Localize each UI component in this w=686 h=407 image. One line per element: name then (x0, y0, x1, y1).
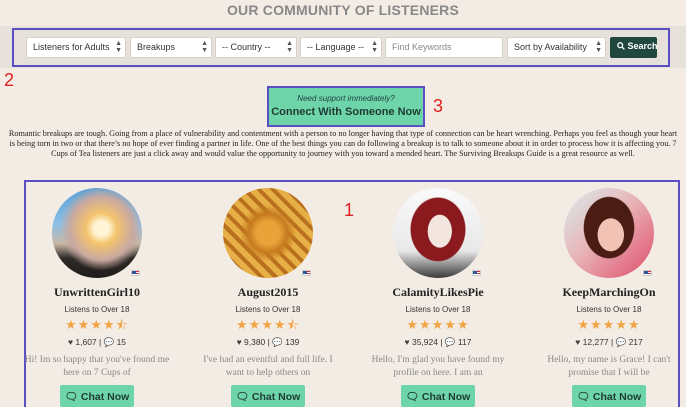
rating-stars: ★★★★⯪ (65, 317, 129, 332)
listener-name[interactable]: August2015 (188, 285, 348, 300)
chat-bubble-icon: 💬 (103, 337, 115, 347)
hearts-count: 9,380 (244, 337, 266, 347)
listener-age-group: Listens to Over 18 (235, 305, 301, 314)
sort-select[interactable]: Sort by Availability ▲ ▼ (507, 37, 606, 58)
listener-bio: Hi! Im so happy that you've found me her… (24, 355, 170, 378)
listener-bio: I've had an eventful and full life. I wa… (203, 355, 333, 378)
select-arrows-icon: ▲ ▼ (286, 40, 293, 54)
listener-stats: ♥ 12,277 | 💬 217 (575, 337, 643, 347)
chat-bubble-icon: 💬 (272, 337, 283, 347)
chat-now-button[interactable]: 🗨 Chat Now (60, 385, 134, 407)
us-flag-icon (302, 270, 311, 276)
us-flag-icon (472, 270, 481, 276)
search-button[interactable]: Search (610, 37, 658, 58)
avatar[interactable] (52, 188, 142, 278)
listener-bio: Hello, I'm glad you have found my profil… (371, 355, 505, 378)
connect-now-label: Connect With Someone Now (271, 106, 421, 118)
audience-select-value: Listeners for Adults (33, 42, 110, 52)
chat-now-button[interactable]: 🗨 Chat Now (231, 385, 305, 407)
chat-icon: 🗨 (576, 391, 590, 403)
rating-stars: ★★★★⯪ (236, 317, 300, 332)
search-button-label: Search (627, 41, 658, 51)
chats-count: 217 (628, 337, 643, 347)
listener-stats: ♥ 35,924 | 💬 117 (404, 337, 472, 347)
chats-count: 15 (116, 337, 127, 347)
listener-stats: ♥ 9,380 | 💬 139 (236, 337, 300, 347)
annotation-number-2: 2 (4, 70, 15, 90)
us-flag-icon (131, 270, 140, 276)
intro-paragraph: Romantic breakups are tough. Going from … (8, 129, 678, 159)
language-select-value: -- Language -- (307, 42, 365, 52)
hearts-count: 1,607 (75, 337, 97, 347)
listener-age-group: Listens to Over 18 (64, 305, 130, 314)
listener-bio: Hello, my name is Grace! I can't promise… (547, 355, 671, 378)
chat-icon: 🗨 (64, 391, 78, 403)
heart-icon: ♥ (404, 337, 410, 347)
listener-age-group: Listens to Over 18 (405, 305, 471, 314)
select-arrows-icon: ▲ ▼ (201, 40, 208, 54)
chat-now-button[interactable]: 🗨 Chat Now (401, 385, 475, 407)
listener-card: UnwrittenGirl10 Listens to Over 18 ★★★★⯪… (17, 188, 177, 407)
listener-name[interactable]: CalamityLikesPie (358, 285, 518, 300)
listener-name[interactable]: KeepMarchingOn (529, 285, 686, 300)
hearts-count: 12,277 (582, 337, 609, 347)
rating-stars: ★★★★★ (577, 317, 641, 332)
language-select[interactable]: -- Language -- ▲ ▼ (300, 37, 382, 58)
listener-card: KeepMarchingOn Listens to Over 18 ★★★★★ … (529, 188, 686, 407)
select-arrows-icon: ▲ ▼ (371, 40, 378, 54)
connect-now-button[interactable]: Need support immediately? Connect With S… (267, 86, 425, 127)
chat-now-label: Chat Now (592, 391, 642, 403)
listener-age-group: Listens to Over 18 (576, 305, 642, 314)
chat-now-label: Chat Now (80, 391, 130, 403)
avatar[interactable] (393, 188, 483, 278)
sort-select-value: Sort by Availability (514, 42, 587, 52)
annotation-number-3: 3 (433, 96, 444, 116)
chats-count: 117 (457, 337, 472, 347)
avatar[interactable] (564, 188, 654, 278)
us-flag-icon (643, 270, 652, 276)
hearts-count: 35,924 (411, 337, 438, 347)
page-title: OUR COMMUNITY OF LISTENERS (226, 2, 460, 18)
heart-icon: ♥ (575, 337, 581, 347)
chat-bubble-icon: 💬 (444, 337, 456, 347)
heart-icon: ♥ (67, 337, 73, 347)
listener-stats: ♥ 1,607 | 💬 15 (67, 337, 127, 347)
country-select[interactable]: -- Country -- ▲ ▼ (215, 37, 297, 58)
chat-now-label: Chat Now (251, 391, 301, 403)
chat-now-button[interactable]: 🗨 Chat Now (572, 385, 646, 407)
select-arrows-icon: ▲ ▼ (595, 40, 602, 54)
listener-card: CalamityLikesPie Listens to Over 18 ★★★★… (358, 188, 518, 407)
listener-card: August2015 Listens to Over 18 ★★★★⯪ ♥ 9,… (188, 188, 348, 407)
chat-icon: 🗨 (405, 391, 419, 403)
heart-icon: ♥ (236, 337, 242, 347)
keywords-input[interactable]: Find Keywords (385, 37, 503, 58)
search-icon (617, 42, 625, 50)
chat-icon: 🗨 (235, 391, 249, 403)
chats-count: 139 (285, 337, 300, 347)
avatar[interactable] (223, 188, 313, 278)
country-select-value: -- Country -- (222, 42, 271, 52)
topic-select-value: Breakups (137, 42, 176, 52)
listener-name[interactable]: UnwrittenGirl10 (17, 285, 177, 300)
chat-bubble-icon: 💬 (615, 337, 627, 347)
rating-stars: ★★★★★ (406, 317, 470, 332)
chat-now-label: Chat Now (421, 391, 471, 403)
audience-select[interactable]: Listeners for Adults ▲ ▼ (26, 37, 126, 58)
topic-select[interactable]: Breakups ▲ ▼ (130, 37, 212, 58)
select-arrows-icon: ▲ ▼ (115, 40, 122, 54)
support-prompt: Need support immediately? (297, 94, 395, 103)
